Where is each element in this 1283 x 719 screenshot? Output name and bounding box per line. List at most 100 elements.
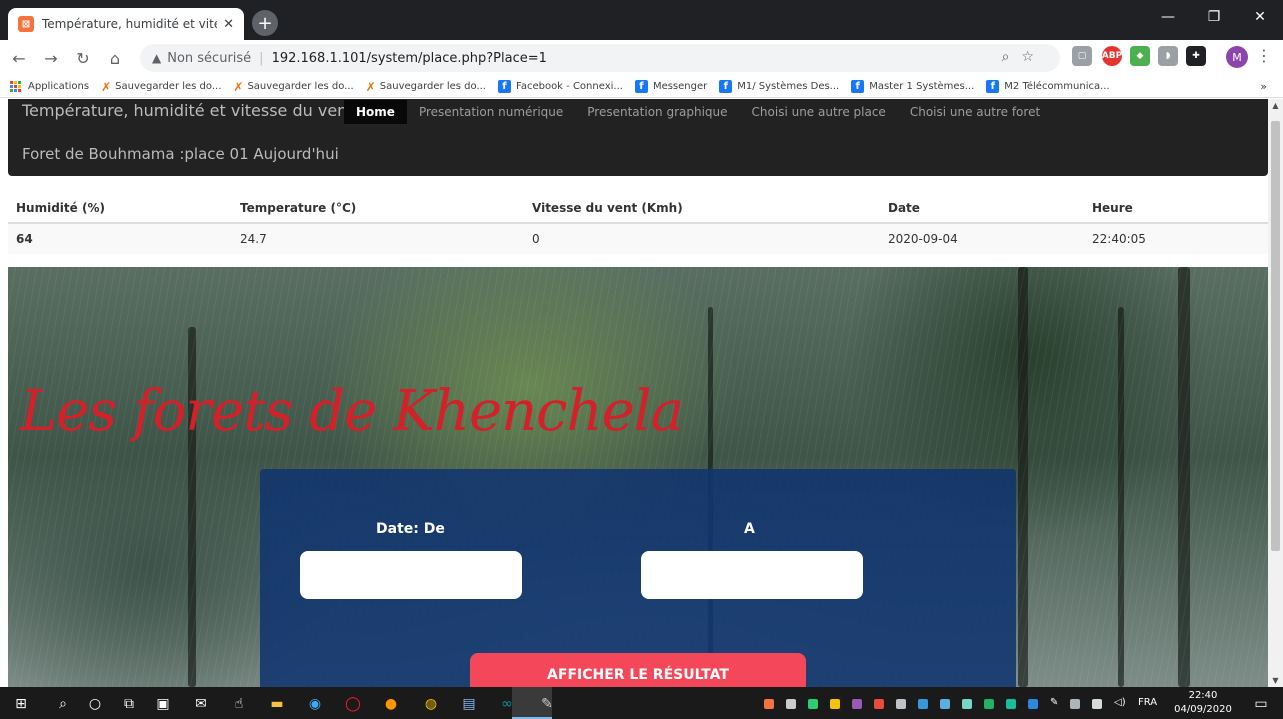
bluetooth-icon[interactable]: [1028, 699, 1038, 709]
reload-icon[interactable]: ↻: [70, 49, 96, 68]
bookmark-label: Facebook - Connexi...: [515, 81, 623, 92]
scroll-thumb[interactable]: [1271, 121, 1280, 551]
bookmark-item[interactable]: f M1/ Systèmes Des...: [719, 80, 839, 93]
bookmark-star-icon: ✗: [101, 79, 112, 94]
tray-app-icon[interactable]: [896, 699, 906, 709]
bookmark-applications[interactable]: Applications: [10, 80, 89, 93]
cell-date: 2020-09-04: [880, 223, 1084, 254]
hero-forest-image: Les forets de Khenchela Date: De A AFFIC…: [8, 267, 1268, 687]
cell-wind-speed: 0: [524, 223, 880, 254]
nav-numeric[interactable]: Presentation numérique: [407, 100, 575, 124]
tab-title: Température, humidité et vitesse: [42, 17, 217, 31]
back-icon[interactable]: ←: [6, 49, 32, 68]
new-tab-button[interactable]: +: [252, 10, 278, 36]
table-row: 64 24.7 0 2020-09-04 22:40:05: [8, 223, 1268, 254]
arduino-icon[interactable]: ∞: [496, 693, 518, 715]
page-scrollbar[interactable]: ▲ ▼: [1268, 99, 1283, 687]
bookmark-item[interactable]: ✗ Sauvegarder les do...: [233, 80, 353, 94]
security-status: Non sécurisé: [167, 50, 252, 66]
date-from-input[interactable]: [300, 551, 522, 599]
nav-home[interactable]: Home: [344, 100, 407, 124]
browser-tab-strip: ⊠ Température, humidité et vitesse ✕ + —…: [0, 0, 1283, 40]
date-to-input[interactable]: [641, 551, 863, 599]
nav-links: Home Presentation numérique Presentation…: [344, 99, 1052, 125]
clock-time: 22:40: [1188, 690, 1218, 701]
store-icon[interactable]: ▣: [152, 693, 174, 715]
firefox-icon[interactable]: ●: [380, 693, 402, 715]
bookmark-label: M2 Télécommunica...: [1004, 81, 1110, 92]
browser-tab[interactable]: ⊠ Température, humidité et vitesse ✕: [8, 8, 244, 40]
edge-icon[interactable]: ◉: [304, 693, 326, 715]
restore-icon[interactable]: ❐: [1191, 0, 1237, 34]
tray-app-icon[interactable]: [786, 699, 796, 709]
extension-icon[interactable]: ▢: [1072, 46, 1092, 66]
scroll-down-icon[interactable]: ▼: [1268, 676, 1283, 685]
header-wind-speed: Vitesse du vent (Kmh): [524, 195, 880, 224]
tray-app-icon[interactable]: [984, 699, 994, 709]
window-close-icon[interactable]: ✕: [1237, 0, 1283, 34]
notification-icon[interactable]: ▭: [1250, 693, 1272, 715]
zoom-bookmark-icons[interactable]: ⌕☆: [1002, 49, 1046, 65]
touch-icon[interactable]: ☝: [228, 693, 250, 715]
puzzle-icon[interactable]: ✚: [1186, 46, 1206, 66]
bookmark-item[interactable]: f Facebook - Connexi...: [497, 80, 623, 93]
input-language[interactable]: FRA: [1138, 697, 1157, 708]
url-separator: |: [259, 50, 264, 66]
pen-icon[interactable]: ✎: [1050, 697, 1058, 708]
mail-icon[interactable]: ✉: [190, 693, 212, 715]
nav-other-forest[interactable]: Choisi une autre foret: [898, 100, 1052, 124]
cortana-icon[interactable]: ○: [84, 693, 106, 715]
facebook-icon: f: [497, 80, 511, 93]
table-header-row: Humidité (%) Temperature (°C) Vitesse du…: [8, 195, 1268, 224]
url-text: 192.168.1.101/system/place.php?Place=1: [271, 50, 547, 66]
tray-app-icon[interactable]: [764, 699, 774, 709]
network-icon[interactable]: [1070, 699, 1080, 709]
tray-app-icon[interactable]: [874, 699, 884, 709]
nav-other-place[interactable]: Choisi une autre place: [740, 100, 898, 124]
address-bar[interactable]: ▲ Non sécurisé | 192.168.1.101/system/pl…: [140, 44, 1060, 72]
battery-icon[interactable]: [1092, 699, 1102, 709]
nav-graphic[interactable]: Presentation graphique: [575, 100, 739, 124]
windows-start-icon[interactable]: ⊞: [10, 693, 32, 715]
bookmark-item[interactable]: ✗ Sauvegarder les do...: [101, 80, 221, 94]
paint-icon[interactable]: ✎: [536, 693, 558, 715]
profile-avatar[interactable]: M: [1226, 46, 1248, 68]
bookmark-item[interactable]: f Master 1 Systèmes...: [851, 80, 974, 93]
header-humidity: Humidité (%): [8, 195, 232, 224]
clock-date: 04/09/2020: [1174, 704, 1232, 715]
menu-icon[interactable]: ⋮: [1256, 46, 1272, 65]
tray-app-icon[interactable]: [830, 699, 840, 709]
tray-app-icon[interactable]: [918, 699, 928, 709]
notepad-icon[interactable]: ▤: [458, 693, 480, 715]
tray-app-icon[interactable]: [940, 699, 950, 709]
adblock-icon[interactable]: ABP: [1102, 46, 1122, 66]
file-explorer-icon[interactable]: ▬: [266, 693, 288, 715]
volume-icon[interactable]: ◁): [1114, 697, 1126, 708]
more-bookmarks-icon[interactable]: »: [1260, 80, 1267, 93]
shield-icon[interactable]: ◗: [1158, 46, 1178, 66]
header-time: Heure: [1084, 195, 1268, 224]
tab-close-icon[interactable]: ✕: [223, 17, 234, 32]
facebook-icon: f: [634, 80, 648, 93]
tray-app-icon[interactable]: [1006, 699, 1016, 709]
bookmark-item[interactable]: f Messenger: [634, 80, 707, 93]
search-icon[interactable]: ⌕: [52, 693, 74, 715]
taskbar-clock[interactable]: 22:40 04/09/2020: [1172, 689, 1234, 717]
tray-app-icon[interactable]: [852, 699, 862, 709]
tray-app-icon[interactable]: [962, 699, 972, 709]
chrome-icon[interactable]: ◍: [420, 693, 442, 715]
task-view-icon[interactable]: ⧉: [118, 693, 140, 715]
tray-app-icon[interactable]: [808, 699, 818, 709]
bookmark-item[interactable]: f M2 Télécommunica...: [986, 80, 1110, 93]
bookmarks-bar: Applications ✗ Sauvegarder les do... ✗ S…: [0, 76, 1283, 98]
scroll-up-icon[interactable]: ▲: [1268, 101, 1283, 110]
forward-icon[interactable]: →: [38, 49, 64, 68]
show-result-button[interactable]: AFFICHER LE RÉSULTAT: [470, 653, 806, 687]
home-icon[interactable]: ⌂: [102, 49, 128, 68]
minimize-icon[interactable]: —: [1145, 0, 1191, 34]
opera-icon[interactable]: ◯: [342, 693, 364, 715]
bookmark-item[interactable]: ✗ Sauvegarder les do...: [366, 80, 486, 94]
extension-green-icon[interactable]: ◆: [1130, 46, 1150, 66]
bookmark-label: Sauvegarder les do...: [379, 81, 486, 92]
site-brand[interactable]: Température, humidité et vitesse du vent: [22, 101, 354, 120]
